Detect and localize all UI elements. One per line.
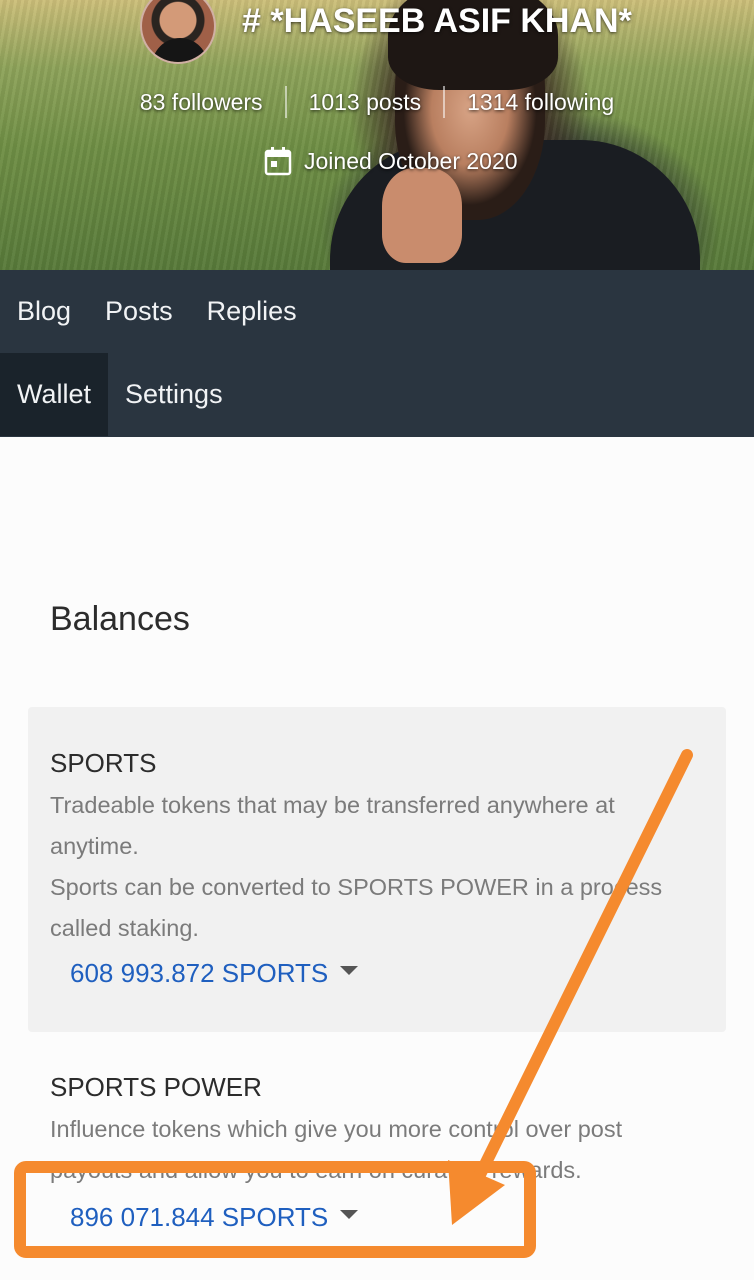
tab-posts[interactable]: Posts — [88, 270, 190, 353]
tab-wallet[interactable]: Wallet — [0, 353, 109, 436]
joined-label: Joined October 2020 — [304, 147, 518, 174]
profile-stats: 83 followers 1013 posts 1314 following — [0, 82, 754, 122]
sports-power-amount-dropdown[interactable]: 896 071.844 SPORTS — [70, 1202, 359, 1233]
sports-desc-line-2: Sports can be converted to SPORTS POWER … — [50, 874, 663, 941]
sports-power-description: Influence tokens which give you more con… — [50, 1116, 623, 1183]
profile-cover: # *HASEEB ASIF KHAN* 83 followers 1013 p… — [0, 0, 754, 270]
caret-down-icon — [340, 966, 359, 975]
posts-count[interactable]: 1013 posts — [287, 89, 444, 116]
joined-date: Joined October 2020 — [264, 146, 518, 176]
sports-balance: SPORTS Tradeable tokens that may be tran… — [50, 748, 690, 988]
cover-photo-hand — [382, 168, 462, 263]
sports-desc-line-1: Tradeable tokens that may be transferred… — [50, 792, 615, 859]
sports-amount: 608 993.872 SPORTS — [70, 958, 329, 988]
nav-row-secondary: Wallet Settings — [0, 353, 240, 436]
sports-description: Tradeable tokens that may be transferred… — [50, 785, 690, 949]
avatar-shirt — [152, 38, 208, 62]
sports-power-amount: 896 071.844 SPORTS — [70, 1202, 329, 1232]
following-count[interactable]: 1314 following — [445, 89, 636, 116]
tab-settings[interactable]: Settings — [108, 353, 240, 436]
sports-power-balance: SPORTS POWER Influence tokens which give… — [50, 1072, 690, 1232]
tab-blog[interactable]: Blog — [0, 270, 88, 353]
profile-name: # *HASEEB ASIF KHAN* — [242, 2, 632, 40]
balances-heading: Balances — [50, 600, 190, 638]
caret-down-icon — [340, 1210, 359, 1219]
tab-replies[interactable]: Replies — [190, 270, 314, 353]
calendar-icon — [264, 147, 292, 176]
nav-row-primary: Blog Posts Replies — [0, 270, 314, 353]
profile-nav: Blog Posts Replies Wallet Settings — [0, 270, 754, 437]
followers-count[interactable]: 83 followers — [118, 89, 285, 116]
sports-title: SPORTS — [50, 748, 157, 778]
sports-power-title: SPORTS POWER — [50, 1072, 262, 1102]
sports-amount-dropdown[interactable]: 608 993.872 SPORTS — [70, 958, 359, 989]
